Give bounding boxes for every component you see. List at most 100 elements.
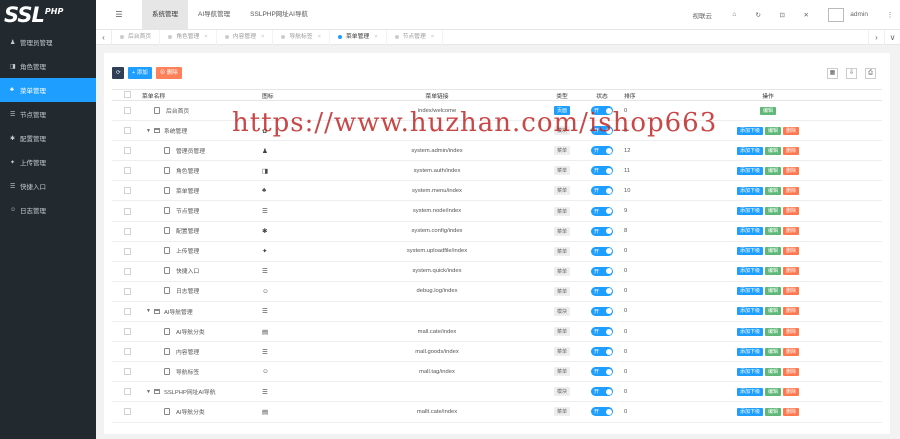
- page-tab[interactable]: 后台首页: [112, 29, 161, 45]
- status-toggle[interactable]: 开: [591, 347, 613, 357]
- checkbox[interactable]: [123, 328, 131, 336]
- delete-row-button[interactable]: 删除: [783, 407, 800, 416]
- row-checkbox[interactable]: [112, 221, 142, 242]
- add-child-button[interactable]: 添加下级: [736, 267, 763, 276]
- delete-row-button[interactable]: 删除: [783, 387, 800, 396]
- sidebar-item[interactable]: ✱ 配置管理: [0, 126, 96, 150]
- row-checkbox[interactable]: [112, 361, 142, 383]
- delete-row-button[interactable]: 删除: [783, 367, 800, 376]
- checkbox[interactable]: [123, 247, 131, 255]
- export-icon[interactable]: ⇩: [846, 68, 857, 79]
- status-toggle[interactable]: 开: [591, 106, 613, 116]
- fullscreen-icon[interactable]: ✕: [794, 11, 818, 19]
- row-checkbox[interactable]: [112, 160, 142, 182]
- delete-row-button[interactable]: 删除: [783, 327, 800, 336]
- delete-row-button[interactable]: 删除: [783, 287, 800, 296]
- columns-filter-icon[interactable]: ▦: [827, 68, 838, 79]
- delete-row-button[interactable]: 删除: [783, 126, 800, 135]
- tabs-scroll-right-icon[interactable]: ›: [868, 29, 884, 45]
- status-toggle[interactable]: 开: [591, 306, 613, 316]
- row-checkbox[interactable]: [112, 100, 142, 122]
- add-child-button[interactable]: 添加下级: [736, 407, 763, 416]
- more-icon[interactable]: ⋮: [880, 11, 900, 19]
- sidebar-item[interactable]: ◨ 角色管理: [0, 54, 96, 78]
- checkbox[interactable]: [123, 227, 131, 235]
- add-child-button[interactable]: 添加下级: [736, 367, 763, 376]
- row-checkbox[interactable]: [112, 401, 142, 423]
- row-checkbox[interactable]: [112, 321, 142, 343]
- edit-button[interactable]: 编辑: [764, 287, 781, 296]
- add-child-button[interactable]: 添加下级: [736, 166, 763, 175]
- add-child-button[interactable]: 添加下级: [736, 307, 763, 316]
- expand-arrow-icon[interactable]: ▼: [146, 389, 151, 395]
- checkbox[interactable]: [123, 408, 131, 416]
- checkbox[interactable]: [123, 287, 131, 295]
- edit-button[interactable]: 编辑: [764, 166, 781, 175]
- sidebar-item[interactable]: ☰ 快捷入口: [0, 174, 96, 198]
- module-tab[interactable]: AI导航管理: [188, 0, 240, 30]
- edit-button[interactable]: 编辑: [764, 227, 781, 236]
- home-icon[interactable]: ⌂: [722, 11, 746, 18]
- status-toggle[interactable]: 开: [591, 327, 613, 337]
- checkbox[interactable]: [123, 207, 131, 215]
- expand-arrow-icon[interactable]: ▼: [146, 128, 151, 134]
- delete-button[interactable]: ⊗ 删除: [155, 67, 182, 79]
- page-tab[interactable]: 节点管理 ×: [387, 29, 444, 45]
- add-child-button[interactable]: 添加下级: [736, 347, 763, 356]
- close-icon[interactable]: ×: [431, 30, 434, 45]
- edit-button[interactable]: 编辑: [764, 126, 781, 135]
- row-checkbox[interactable]: [112, 180, 142, 202]
- edit-button[interactable]: 编辑: [764, 186, 781, 195]
- add-child-button[interactable]: 添加下级: [736, 387, 763, 396]
- close-icon[interactable]: ×: [374, 30, 377, 45]
- checkbox[interactable]: [123, 187, 131, 195]
- tabs-scroll-left-icon[interactable]: ‹: [96, 29, 112, 45]
- row-checkbox[interactable]: [112, 140, 142, 162]
- add-child-button[interactable]: 添加下级: [736, 207, 763, 216]
- edit-button[interactable]: 编辑: [764, 247, 781, 256]
- checkbox[interactable]: [123, 267, 131, 275]
- delete-row-button[interactable]: 删除: [783, 347, 800, 356]
- refresh-button[interactable]: ⟳: [112, 67, 124, 79]
- checkbox[interactable]: [123, 147, 131, 155]
- status-toggle[interactable]: 开: [591, 387, 613, 397]
- refresh-icon[interactable]: ↻: [746, 11, 770, 19]
- user-name[interactable]: admin: [850, 11, 868, 18]
- sidebar-item[interactable]: ☺ 日志管理: [0, 198, 96, 222]
- status-toggle[interactable]: 开: [591, 367, 613, 377]
- edit-button[interactable]: 编辑: [764, 407, 781, 416]
- page-tab[interactable]: 菜单管理 ×: [330, 29, 387, 45]
- menu-toggle-icon[interactable]: ☰: [96, 10, 142, 19]
- edit-button[interactable]: 编辑: [764, 327, 781, 336]
- checkbox[interactable]: [123, 348, 131, 356]
- sidebar-item[interactable]: ♣ 菜单管理: [0, 78, 96, 102]
- delete-row-button[interactable]: 删除: [783, 166, 800, 175]
- close-icon[interactable]: ×: [261, 30, 264, 45]
- row-checkbox[interactable]: [112, 200, 142, 222]
- edit-button[interactable]: 编辑: [759, 106, 776, 115]
- status-toggle[interactable]: 开: [591, 407, 613, 417]
- checkbox[interactable]: [123, 307, 131, 315]
- module-tab[interactable]: SSLPHP网址AI导航: [240, 0, 318, 30]
- tabs-menu-icon[interactable]: ∨: [884, 29, 900, 45]
- avatar[interactable]: [828, 7, 845, 22]
- sidebar-item[interactable]: ✦ 上传管理: [0, 150, 96, 174]
- delete-row-button[interactable]: 删除: [783, 186, 800, 195]
- checkbox[interactable]: [123, 368, 131, 376]
- add-child-button[interactable]: 添加下级: [736, 227, 763, 236]
- delete-row-button[interactable]: 删除: [783, 307, 800, 316]
- row-checkbox[interactable]: [112, 381, 142, 403]
- delete-row-button[interactable]: 删除: [783, 146, 800, 155]
- edit-button[interactable]: 编辑: [764, 367, 781, 376]
- checkbox[interactable]: [123, 127, 131, 135]
- delete-row-button[interactable]: 删除: [783, 267, 800, 276]
- status-toggle[interactable]: 开: [591, 246, 613, 256]
- edit-button[interactable]: 编辑: [764, 347, 781, 356]
- page-tab[interactable]: 内容管理 ×: [217, 29, 274, 45]
- select-all-checkbox[interactable]: [112, 89, 142, 101]
- row-checkbox[interactable]: [112, 301, 142, 323]
- edit-button[interactable]: 编辑: [764, 207, 781, 216]
- edit-button[interactable]: 编辑: [764, 267, 781, 276]
- row-checkbox[interactable]: [112, 261, 142, 282]
- sidebar-item[interactable]: ☰ 节点管理: [0, 102, 96, 126]
